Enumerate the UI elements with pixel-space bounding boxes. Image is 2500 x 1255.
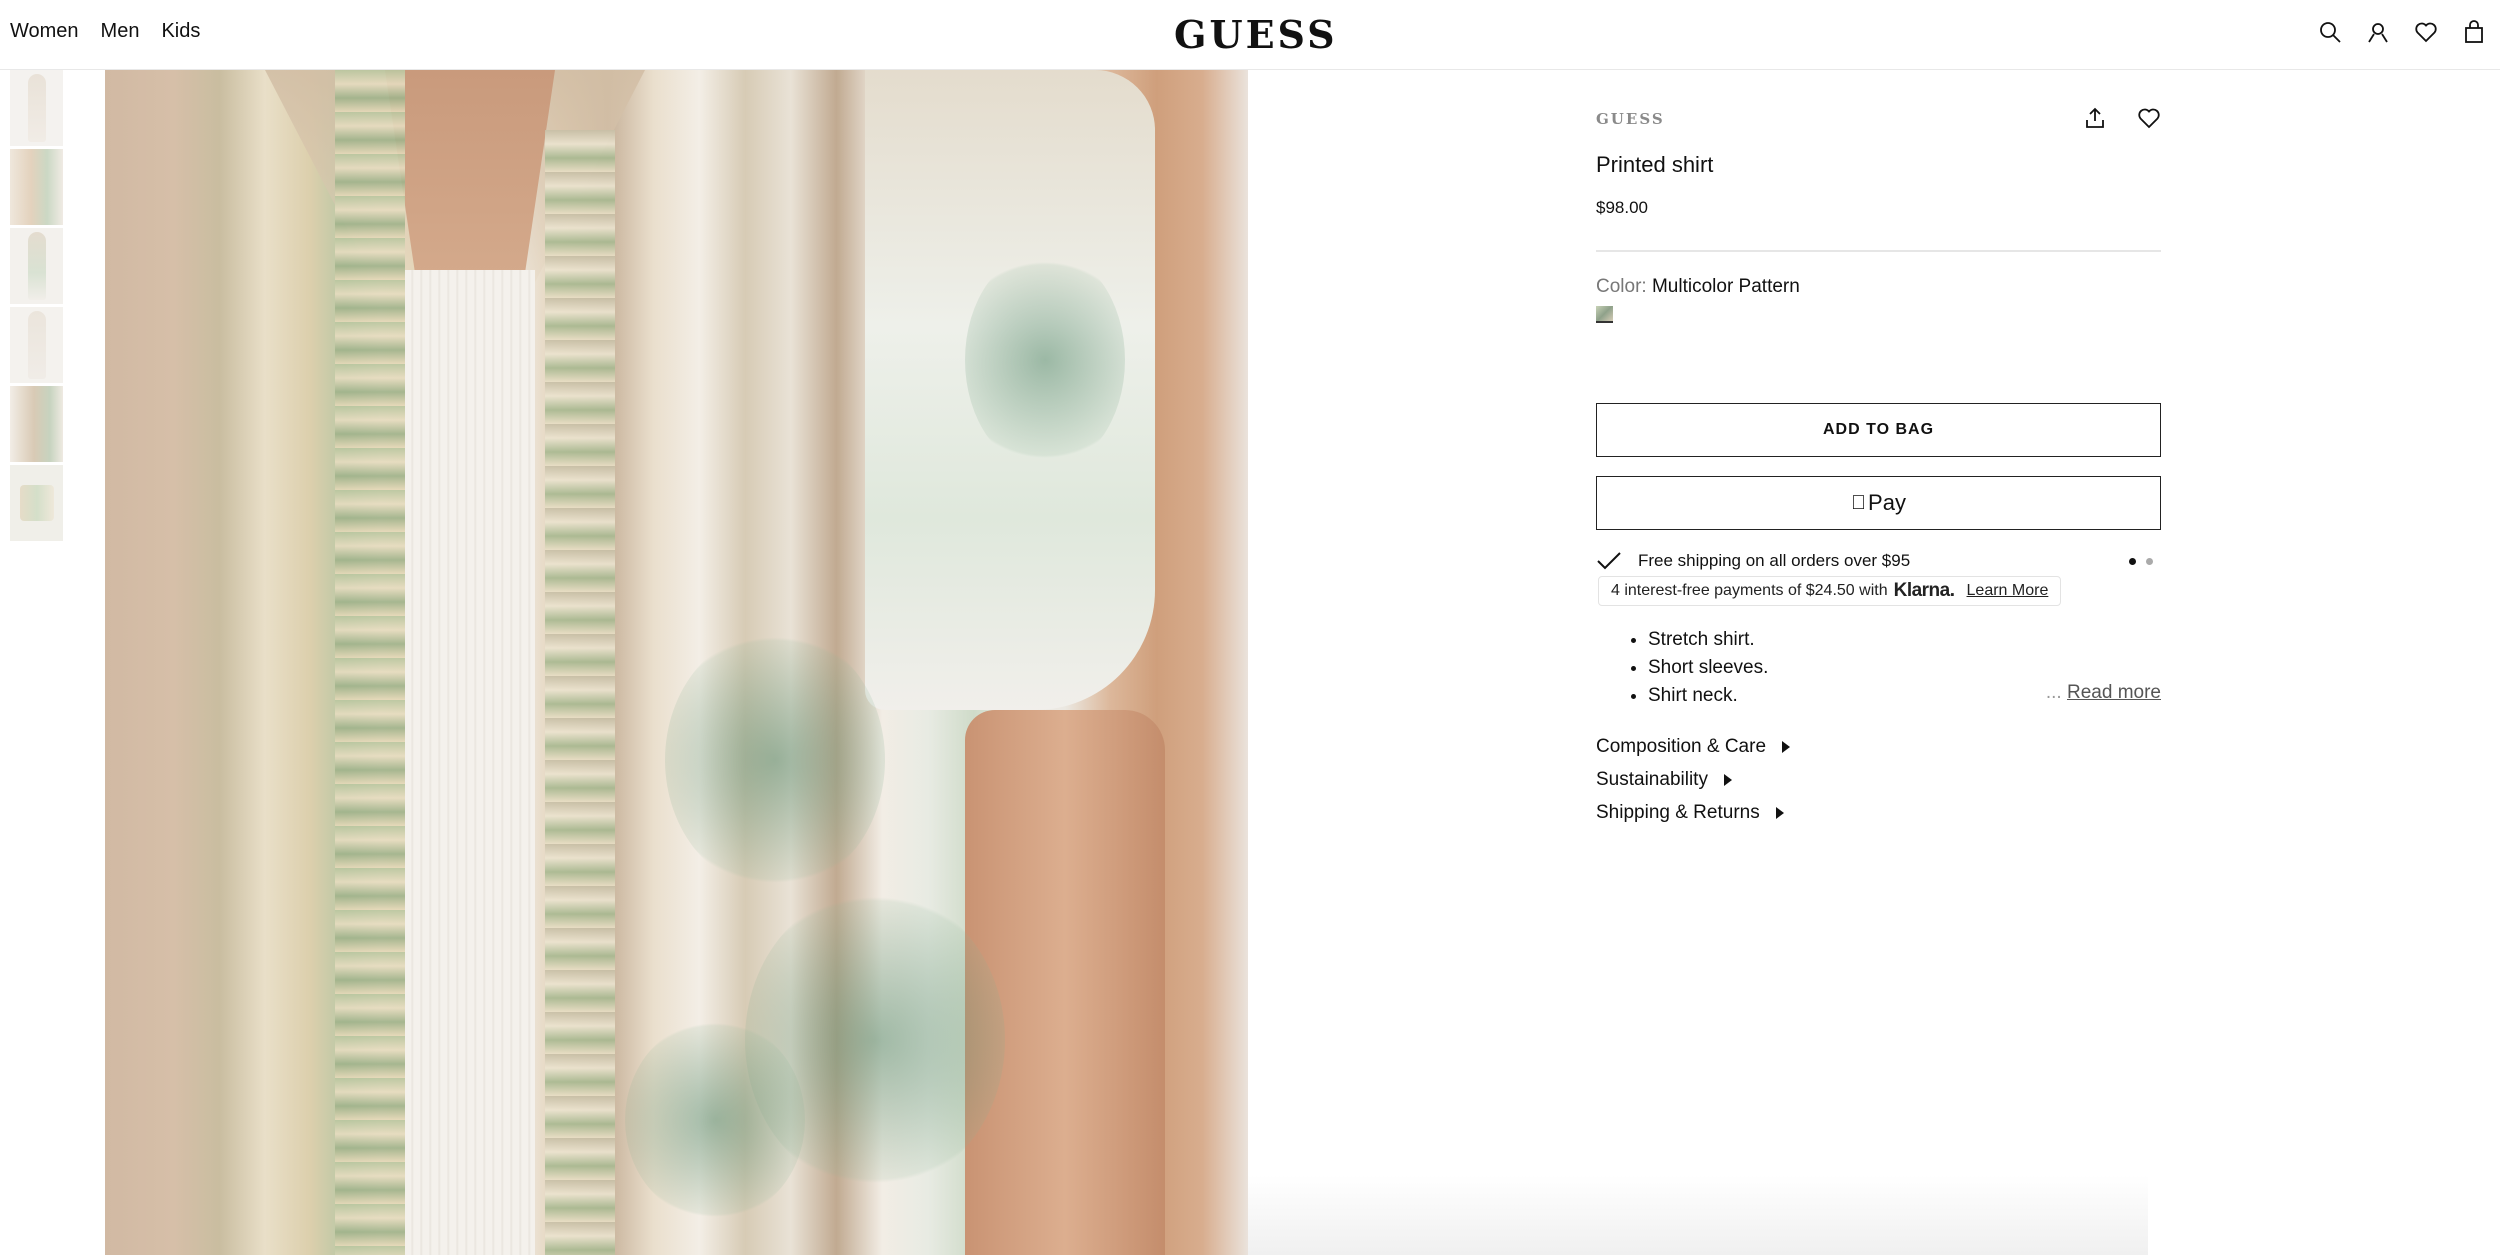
accordion-sustainability[interactable]: Sustainability (1596, 769, 1732, 791)
guess-logo[interactable]: GUESS (1174, 12, 1338, 57)
thumbnail-4[interactable] (10, 307, 63, 383)
accordion-label: Composition & Care (1596, 736, 1767, 757)
klarna-banner: 4 interest-free payments of $24.50 with … (1598, 576, 2062, 606)
bottom-shadow (1248, 1175, 2148, 1255)
promo-dot-1[interactable] (2129, 558, 2136, 565)
account-icon[interactable] (2366, 20, 2390, 44)
apple-pay-button[interactable]:  Pay (1596, 476, 2161, 530)
promo-dot-2[interactable] (2146, 558, 2153, 565)
accordion-label: Sustainability (1596, 769, 1708, 790)
checkmark-icon (1597, 552, 1621, 570)
read-more-link[interactable]: Read more (2067, 682, 2161, 703)
read-more-ellipsis: ... (2045, 682, 2062, 703)
accordion-shipping-returns[interactable]: Shipping & Returns (1596, 802, 1784, 824)
color-selection: Color: Multicolor Pattern (1596, 276, 1800, 298)
product-title: Printed shirt (1596, 152, 1714, 177)
divider (1596, 250, 2161, 252)
thumbnail-5[interactable] (10, 386, 63, 462)
klarna-logo: Klarna. (1893, 580, 1955, 601)
color-label: Color: (1596, 276, 1647, 297)
accordion-label: Shipping & Returns (1596, 802, 1760, 823)
product-actions (2083, 106, 2161, 130)
apple-logo-icon:  (1851, 492, 1866, 515)
feature-item: Short sleeves. (1648, 654, 1768, 682)
search-icon[interactable] (2318, 20, 2342, 44)
thumbnail-1[interactable] (10, 70, 63, 146)
share-icon[interactable] (2083, 106, 2107, 130)
shopping-bag-icon[interactable] (2462, 20, 2486, 44)
main-product-image[interactable] (105, 70, 1248, 1255)
expand-triangle-icon (1775, 807, 1784, 819)
thumbnail-6[interactable] (10, 465, 63, 541)
add-to-bag-button[interactable]: ADD TO BAG (1596, 403, 2161, 457)
shipping-promo: Free shipping on all orders over $95 (1596, 548, 2161, 574)
site-header: Women Men Kids GUESS (0, 0, 2500, 70)
nav-men[interactable]: Men (101, 20, 140, 43)
color-swatch-multicolor[interactable] (1596, 306, 1613, 323)
product-price: $98.00 (1596, 198, 1648, 217)
klarna-learn-more-link[interactable]: Learn More (1967, 582, 2049, 600)
nav-kids[interactable]: Kids (161, 20, 200, 43)
expand-triangle-icon (1723, 774, 1732, 786)
favorite-heart-icon[interactable] (2137, 106, 2161, 130)
thumbnail-gallery (10, 70, 63, 544)
feature-item: Stretch shirt. (1648, 626, 1768, 654)
feature-item: Shirt neck. (1648, 682, 1768, 710)
wishlist-heart-icon[interactable] (2414, 20, 2438, 44)
apple-pay-label: Pay (1860, 490, 1906, 515)
expand-triangle-icon (1782, 741, 1791, 753)
promo-carousel-dots (2129, 558, 2153, 565)
shipping-text: Free shipping on all orders over $95 (1638, 551, 1911, 570)
accordion-composition-care[interactable]: Composition & Care (1596, 736, 1791, 758)
color-value: Multicolor Pattern (1651, 276, 1800, 297)
read-more: ... Read more (2046, 682, 2161, 704)
nav-women[interactable]: Women (10, 20, 79, 43)
thumbnail-2[interactable] (10, 149, 63, 225)
header-icons (2318, 20, 2486, 44)
product-brand: GUESS (1596, 110, 1665, 128)
product-features: Stretch shirt. Short sleeves. Shirt neck… (1648, 626, 1768, 710)
main-nav: Women Men Kids (10, 20, 200, 43)
thumbnail-3[interactable] (10, 228, 63, 304)
klarna-text: 4 interest-free payments of $24.50 with (1611, 582, 1888, 599)
